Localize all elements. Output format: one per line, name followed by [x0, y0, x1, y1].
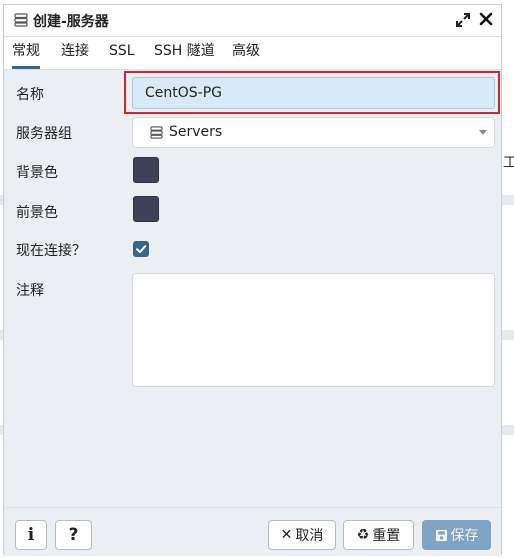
check-icon — [136, 245, 147, 253]
tab-ssh-tunnel[interactable]: SSH 隧道 — [154, 37, 215, 66]
dialog-footer: i ? ✕ 取消 ♻ 重置 保存 — [4, 507, 501, 556]
connect-now-label: 现在连接？ — [16, 243, 86, 259]
reset-label: 重置 — [372, 528, 401, 544]
tab-ssl[interactable]: SSL — [109, 37, 135, 66]
create-server-dialog: 创建-服务器 常规 连接 SSL SSH 隧道 高级 名称 CentOS-PG … — [3, 4, 502, 556]
chevron-down-icon — [479, 130, 487, 135]
recycle-icon: ♻ — [356, 527, 370, 543]
tab-advanced[interactable]: 高级 — [232, 37, 260, 66]
save-label: 保存 — [450, 528, 479, 544]
dialog-title: 创建-服务器 — [33, 14, 109, 30]
connect-now-checkbox[interactable] — [133, 241, 149, 257]
background-color-label: 背景色 — [16, 165, 58, 181]
close-icon: ✕ — [280, 527, 293, 543]
help-button[interactable]: ? — [55, 520, 92, 550]
name-label: 名称 — [16, 87, 44, 103]
server-group-label: 服务器组 — [16, 126, 72, 142]
expand-icon[interactable] — [456, 13, 470, 27]
help-icon: ? — [68, 525, 79, 545]
foreground-color-swatch[interactable] — [133, 196, 159, 222]
comment-label: 注释 — [16, 283, 44, 299]
server-group-value: Servers — [169, 124, 223, 140]
cancel-label: 取消 — [295, 528, 324, 544]
dialog-tabs: 常规 连接 SSL SSH 隧道 高级 — [4, 37, 501, 70]
server-icon — [150, 126, 163, 139]
background-peek-text: 工 — [503, 155, 514, 171]
floppy-disk-icon — [435, 529, 447, 541]
save-button[interactable]: 保存 — [422, 520, 491, 550]
background-color-swatch[interactable] — [133, 157, 159, 183]
close-icon[interactable] — [479, 12, 493, 26]
tab-general[interactable]: 常规 — [12, 37, 40, 69]
server-icon — [14, 13, 28, 27]
cancel-button[interactable]: ✕ 取消 — [268, 520, 336, 550]
tab-connection[interactable]: 连接 — [61, 37, 89, 66]
name-input[interactable]: CentOS-PG — [132, 77, 495, 109]
comment-textarea[interactable] — [132, 273, 495, 387]
info-icon: i — [27, 525, 35, 545]
info-button[interactable]: i — [15, 520, 47, 550]
foreground-color-label: 前景色 — [16, 205, 58, 221]
dialog-titlebar: 创建-服务器 — [4, 5, 501, 37]
reset-button[interactable]: ♻ 重置 — [343, 520, 414, 550]
server-group-select[interactable]: Servers — [132, 117, 495, 148]
